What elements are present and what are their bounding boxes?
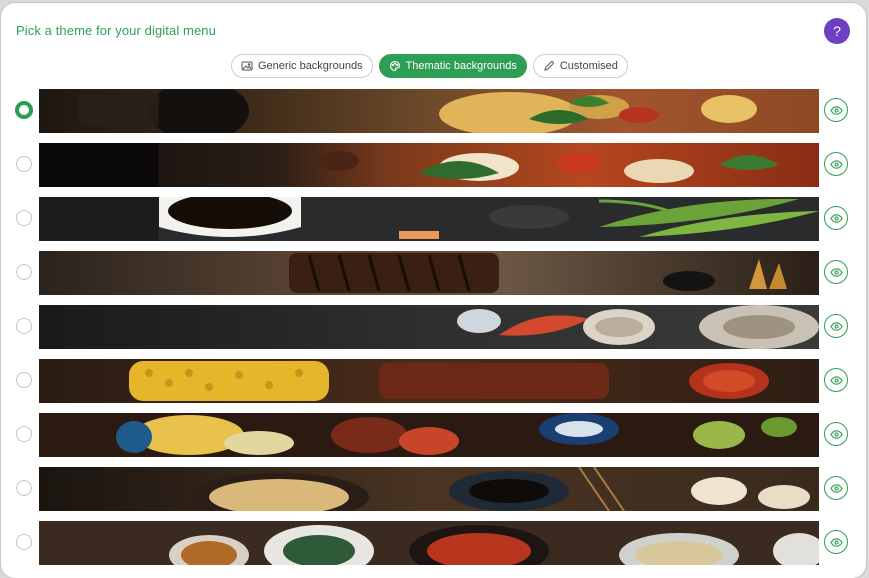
tab-label: Thematic backgrounds [405, 60, 517, 72]
theme-row [0, 305, 869, 349]
theme-radio[interactable] [16, 480, 32, 496]
theme-row [0, 89, 869, 133]
theme-radio[interactable] [16, 372, 32, 388]
theme-preview[interactable] [39, 143, 819, 187]
eye-icon [829, 213, 843, 223]
eye-icon [829, 375, 843, 385]
eye-icon [829, 105, 843, 115]
preview-button[interactable] [824, 98, 848, 122]
eye-icon [829, 537, 843, 547]
page-title: Pick a theme for your digital menu [16, 23, 216, 38]
eye-icon [829, 429, 843, 439]
theme-preview[interactable] [39, 251, 819, 295]
theme-row [0, 521, 869, 565]
theme-row [0, 197, 869, 241]
tab-label: Generic backgrounds [258, 60, 363, 72]
tab-thematic-backgrounds[interactable]: Thematic backgrounds [378, 54, 527, 78]
help-button[interactable]: ? [824, 18, 850, 44]
theme-row [0, 413, 869, 457]
theme-preview[interactable] [39, 467, 819, 511]
theme-preview[interactable] [39, 521, 819, 565]
theme-row [0, 359, 869, 403]
tab-label: Customised [559, 60, 618, 72]
theme-preview[interactable] [39, 413, 819, 457]
preview-button[interactable] [824, 530, 848, 554]
theme-row [0, 467, 869, 511]
theme-icon [389, 60, 400, 72]
tab-generic-backgrounds[interactable]: Generic backgrounds [231, 54, 373, 78]
preview-button[interactable] [824, 152, 848, 176]
preview-button[interactable] [824, 206, 848, 230]
theme-preview[interactable] [39, 359, 819, 403]
background-type-tabs: Generic backgrounds Thematic backgrounds… [231, 54, 628, 78]
theme-radio[interactable] [15, 101, 33, 119]
preview-button[interactable] [824, 476, 848, 500]
eye-icon [829, 321, 843, 331]
theme-row [0, 251, 869, 295]
image-icon [241, 61, 253, 71]
preview-button[interactable] [824, 422, 848, 446]
eye-icon [829, 483, 843, 493]
pencil-icon [544, 61, 554, 71]
theme-radio[interactable] [16, 210, 32, 226]
theme-radio[interactable] [16, 534, 32, 550]
theme-radio[interactable] [16, 426, 32, 442]
theme-preview[interactable] [39, 305, 819, 349]
preview-button[interactable] [824, 368, 848, 392]
eye-icon [829, 267, 843, 277]
theme-radio[interactable] [16, 264, 32, 280]
theme-preview[interactable] [39, 197, 819, 241]
eye-icon [829, 159, 843, 169]
theme-row [0, 143, 869, 187]
preview-button[interactable] [824, 314, 848, 338]
tab-customised[interactable]: Customised [532, 54, 628, 78]
theme-radio[interactable] [16, 156, 32, 172]
theme-radio[interactable] [16, 318, 32, 334]
preview-button[interactable] [824, 260, 848, 284]
theme-preview[interactable] [39, 89, 819, 133]
